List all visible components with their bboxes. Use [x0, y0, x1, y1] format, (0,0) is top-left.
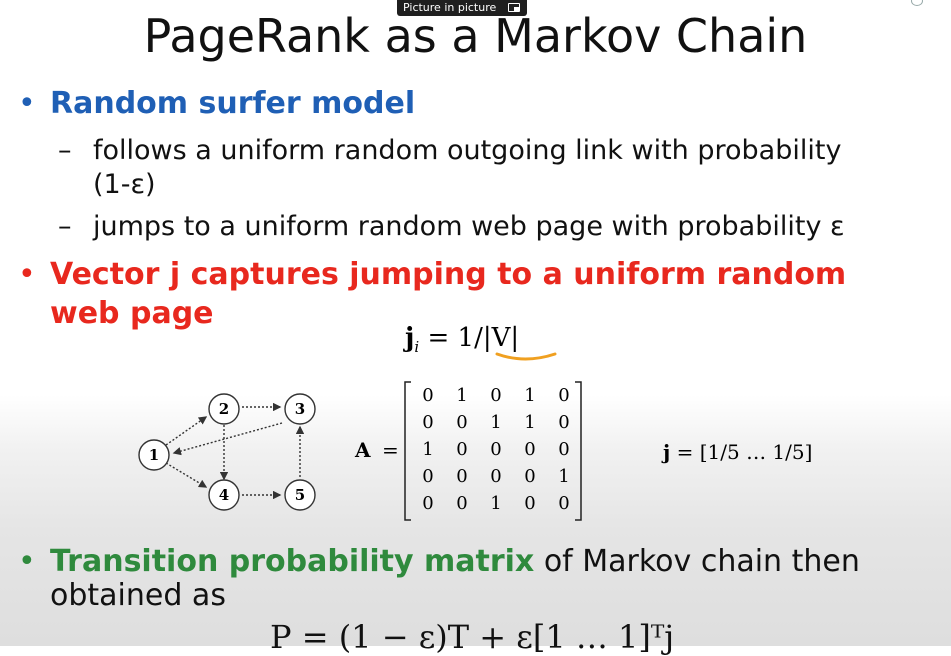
node-label: 2: [219, 400, 229, 418]
matrix-row: 0 0 1 1 0: [411, 409, 581, 436]
matrix-cell: 1: [558, 466, 570, 487]
matrix-cell: 1: [422, 439, 434, 460]
bullet-vector-j-line1: Vector j captures jumping to a uniform r…: [50, 257, 847, 292]
sub-bullet-follows-line1: follows a uniform random outgoing link w…: [93, 135, 842, 166]
node-label: 3: [295, 400, 305, 418]
sub-bullet-follows-line2: (1-ε): [93, 169, 156, 200]
matrix-cell: 0: [558, 439, 570, 460]
matrix-row: 1 0 0 0 0: [411, 436, 581, 463]
matrix-cell: 1: [490, 412, 502, 433]
matrix-cell: 0: [422, 412, 434, 433]
matrix-cell: 0: [456, 412, 468, 433]
transition-matrix-term: Transition probability matrix: [50, 544, 535, 579]
matrix-cell: 0: [558, 493, 570, 514]
matrix-row: 0 0 1 0 0: [411, 490, 581, 517]
highlight-underline: [495, 352, 557, 361]
matrix-cell: 0: [558, 385, 570, 406]
matrix-cell: 1: [490, 493, 502, 514]
matrix-cell: 0: [422, 493, 434, 514]
matrix-cell: 0: [456, 466, 468, 487]
matrix-cell: 0: [422, 466, 434, 487]
matrix-cell: 1: [524, 412, 536, 433]
eq-j-rhs: = 1/|V|: [419, 323, 520, 353]
bullet-marker: •: [18, 544, 36, 579]
edge-1-2: [165, 416, 208, 446]
bullet-marker: •: [18, 257, 36, 292]
dash-marker: –: [58, 135, 72, 166]
slide-title: PageRank as a Markov Chain: [143, 9, 808, 63]
matrix-cell: 0: [524, 466, 536, 487]
vector-j-definition: j = [1/5 … 1/5]: [663, 440, 812, 464]
sub-bullet-jumps: jumps to a uniform random web page with …: [93, 211, 845, 242]
matrix-cell: 0: [490, 466, 502, 487]
matrix-cell: 1: [456, 385, 468, 406]
matrix-row: 0 1 0 1 0: [411, 382, 581, 409]
bullet-random-surfer: Random surfer model: [50, 86, 416, 121]
bullet-transition-line2: obtained as: [50, 578, 226, 613]
matrix-cell: 0: [456, 493, 468, 514]
node-label: 5: [295, 486, 305, 504]
bullet-vector-j-line2: web page: [50, 296, 214, 331]
matrix-cell: 0: [524, 493, 536, 514]
edge-1-4: [165, 462, 208, 488]
matrix-cell: 0: [490, 385, 502, 406]
bullet-marker: •: [18, 86, 36, 121]
transition-rest-text: of Markov chain then: [534, 544, 860, 579]
matrix-cell: 0: [558, 412, 570, 433]
node-label: 1: [149, 446, 159, 464]
node-label: 4: [219, 486, 229, 504]
matrix-cell: 0: [524, 439, 536, 460]
matrix-row: 0 0 0 0 1: [411, 463, 581, 490]
equation-P: P = (1 − ε)T + ε[1 … 1]ᵀj: [270, 618, 675, 656]
vector-j-value: = [1/5 … 1/5]: [670, 440, 813, 464]
matrix-cell: 0: [490, 439, 502, 460]
bullet-transition-line1: Transition probability matrix of Markov …: [50, 544, 860, 580]
matrix-cell: 0: [456, 439, 468, 460]
matrix-A-equals: =: [382, 438, 399, 462]
matrix-cell: 1: [524, 385, 536, 406]
matrix-A-label: A: [355, 438, 371, 462]
eq-j-symbol: j: [405, 323, 415, 353]
matrix-table: 0 1 0 1 0 0 0 1 1 0 1 0 0 0 0 0 0 0 0 1 0 0 1 0 0: [411, 382, 581, 517]
adjacency-matrix: 0 1 0 1 0 0 0 1 1 0 1 0 0 0 0 0 0 0 0 1 0 0 1 0 0: [403, 380, 583, 522]
matrix-cell: 0: [422, 385, 434, 406]
graph-diagram: 1 2 3 4 5: [138, 393, 316, 511]
dash-marker: –: [58, 211, 72, 242]
